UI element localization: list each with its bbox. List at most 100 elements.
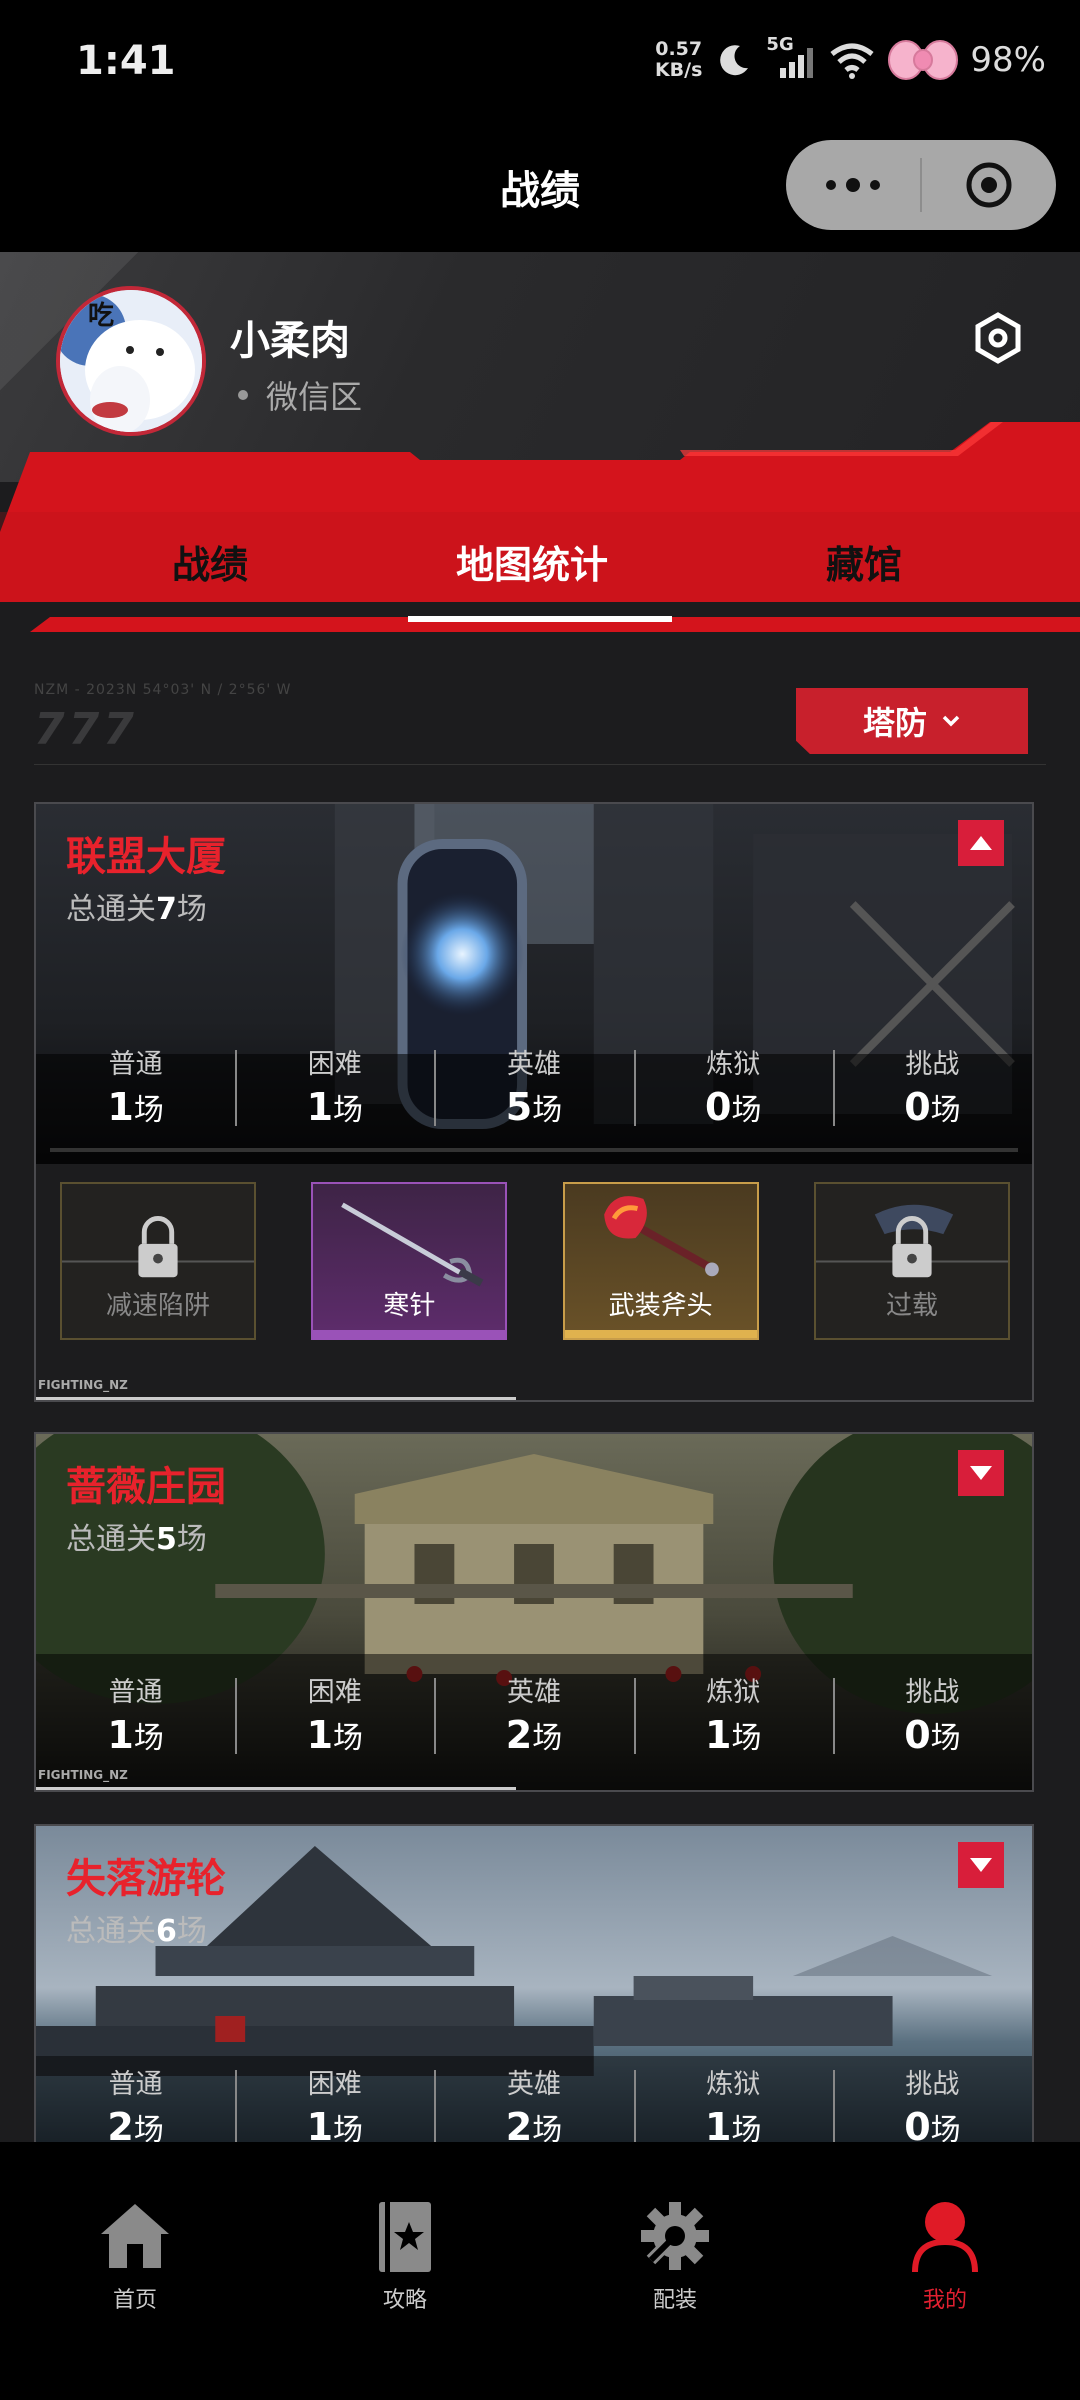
mode-filter-label: 塔防 xyxy=(862,704,927,742)
avatar[interactable]: 吃 xyxy=(56,286,206,436)
avatar-image: 吃 xyxy=(60,290,202,432)
map-total-clears: 总通关5场 xyxy=(66,1522,207,1557)
reward-item[interactable]: 武装斧头 xyxy=(562,1182,759,1340)
map-name: 联盟大厦 xyxy=(66,834,226,880)
nav-profile[interactable]: 我的 xyxy=(810,2142,1080,2400)
collapse-button[interactable] xyxy=(958,820,1004,866)
stat-hard: 困难 1场 xyxy=(235,1042,434,1142)
reward-item[interactable]: 减速陷阱 xyxy=(60,1182,256,1340)
chevron-down-icon xyxy=(942,715,960,727)
footer-stripe xyxy=(36,1787,516,1790)
stat-normal: 普通 1场 xyxy=(107,1049,164,1129)
nav-label: 攻略 xyxy=(382,2288,427,2313)
wifi-icon xyxy=(830,43,874,79)
stat-hard: 困难 1场 xyxy=(235,2062,434,2142)
battery-level: 98% xyxy=(970,40,1046,80)
nav-guide[interactable]: 攻略 xyxy=(270,2142,540,2400)
stat-hero: 英雄 2场 xyxy=(434,1670,633,1770)
difficulty-stats: 普通 1场 困难 1场 英雄 2场 炼狱 1场 挑战 0场 xyxy=(36,1670,1032,1770)
card-divider-bar xyxy=(50,1148,1018,1152)
status-time: 1:41 xyxy=(76,38,176,84)
stat-normal: 普通 2场 xyxy=(107,2069,164,2142)
nav-label: 我的 xyxy=(922,2288,967,2313)
target-circle-icon xyxy=(966,162,1012,208)
lock-icon xyxy=(62,1215,254,1278)
signal-icon: 5G xyxy=(766,34,816,82)
map-total-clears: 总通关7场 xyxy=(66,892,207,927)
expand-button[interactable] xyxy=(958,1842,1004,1888)
stat-inferno: 炼狱 0场 xyxy=(633,1042,833,1142)
more-button[interactable] xyxy=(786,140,920,230)
stat-inferno: 炼狱 1场 xyxy=(633,1670,833,1770)
footer-stripe xyxy=(36,1397,516,1400)
tab-map-stats[interactable]: 地图统计 xyxy=(456,534,608,589)
main-content: 吃 小柔肉 微信区 战绩 地图统计 藏馆 NZM - 2023N 54°03' … xyxy=(0,252,1080,2142)
tab-banner-bg xyxy=(0,422,1080,632)
axe-icon xyxy=(603,1196,719,1277)
reward-list: 减速陷阱 寒针 武装斧头 过载 xyxy=(60,1182,1010,1342)
rarity-stripe xyxy=(313,1330,506,1338)
mode-filter-dropdown[interactable]: 塔防 xyxy=(796,688,1028,754)
bottom-nav: 首页 攻略 配装 我的 xyxy=(0,2142,1080,2400)
stat-challenge: 挑战 0场 xyxy=(832,1670,1032,1770)
map-name: 蔷薇庄园 xyxy=(66,1464,226,1510)
nav-home[interactable]: 首页 xyxy=(0,2142,270,2400)
stat-inferno: 炼狱 1场 xyxy=(633,2062,833,2142)
reward-item[interactable]: 寒针 xyxy=(311,1182,508,1340)
deco-coordinates: NZM - 2023N 54°03' N / 2°56' W xyxy=(34,682,292,698)
guide-book-icon xyxy=(379,2202,431,2272)
nav-loadout[interactable]: 配装 xyxy=(540,2142,810,2400)
hello-kitty-bow-icon xyxy=(888,40,959,80)
stat-challenge: 挑战 0场 xyxy=(832,2062,1032,2142)
stat-hero: 英雄 5场 xyxy=(434,1042,633,1142)
triangle-down-icon xyxy=(970,1858,992,1872)
reward-label: 减速陷阱 xyxy=(105,1291,210,1321)
net-speed-value: 0.57 xyxy=(655,38,703,60)
tab-records[interactable]: 战绩 xyxy=(172,534,248,589)
map-total-clears: 总通关6场 xyxy=(66,1914,207,1949)
reward-label: 武装斧头 xyxy=(608,1291,713,1321)
status-bar: 1:41 0.57 KB/s 5G 98% xyxy=(0,0,1080,126)
map-card-lost-cruise: 失落游轮 总通关6场 普通 2场 困难 1场 英雄 2场 炼狱 1场 挑战 0场 xyxy=(34,1824,1034,2142)
moon-icon xyxy=(720,45,749,76)
difficulty-stats: 普通 1场 困难 1场 英雄 5场 炼狱 0场 挑战 0场 xyxy=(36,1042,1032,1142)
nav-label: 首页 xyxy=(112,2288,157,2313)
tab-banner: 战绩 地图统计 藏馆 xyxy=(0,422,1080,632)
footer-tag: FIGHTING_NZ xyxy=(38,1378,128,1392)
gear-icon xyxy=(641,2202,709,2270)
stat-challenge: 挑战 0场 xyxy=(832,1042,1032,1142)
more-dots-icon xyxy=(826,178,880,192)
nav-bar: 战绩 xyxy=(0,126,1080,252)
stat-hero: 英雄 2场 xyxy=(434,2062,633,2142)
status-icons: 0.57 KB/s 5G 98% xyxy=(655,30,1046,90)
triangle-down-icon xyxy=(970,1466,992,1480)
hex-settings-icon[interactable] xyxy=(972,312,1024,364)
tab-collection[interactable]: 藏馆 xyxy=(826,534,902,589)
map-card-rose-manor: 蔷薇庄园 总通关5场 普通 1场 困难 1场 英雄 2场 炼狱 1场 挑战 0场 FIGH… xyxy=(34,1432,1034,1792)
nav-label: 配装 xyxy=(652,2288,697,2313)
footer-tag: FIGHTING_NZ xyxy=(38,1768,128,1782)
rapier-icon xyxy=(341,1202,484,1287)
map-name: 失落游轮 xyxy=(66,1856,226,1902)
reward-item[interactable]: 过载 xyxy=(813,1182,1010,1340)
filter-divider xyxy=(34,764,1046,765)
difficulty-stats: 普通 2场 困难 1场 英雄 2场 炼狱 1场 挑战 0场 xyxy=(36,2062,1032,2142)
reward-label: 过载 xyxy=(885,1291,938,1321)
triangle-up-icon xyxy=(970,836,992,850)
lock-icon xyxy=(815,1204,1008,1278)
stat-hard: 困难 1场 xyxy=(235,1670,434,1770)
stat-normal: 普通 1场 xyxy=(107,1677,164,1757)
reward-label: 寒针 xyxy=(383,1291,436,1321)
person-icon xyxy=(912,2202,978,2273)
home-icon xyxy=(101,2204,169,2268)
network-speed: 0.57 KB/s xyxy=(655,39,702,81)
deco-numbers: 777 xyxy=(34,704,138,755)
active-tab-indicator xyxy=(408,616,672,622)
map-card-alliance-tower: 联盟大厦 总通关7场 普通 1场 困难 1场 英雄 5场 炼狱 0场 挑战 0场 减速陷阱 xyxy=(34,802,1034,1402)
mini-program-capsule xyxy=(786,140,1056,230)
user-region: 微信区 xyxy=(238,372,362,418)
close-mini-program-button[interactable] xyxy=(922,140,1056,230)
rarity-stripe xyxy=(564,1330,757,1338)
net-speed-unit: KB/s xyxy=(654,59,703,81)
expand-button[interactable] xyxy=(958,1450,1004,1496)
